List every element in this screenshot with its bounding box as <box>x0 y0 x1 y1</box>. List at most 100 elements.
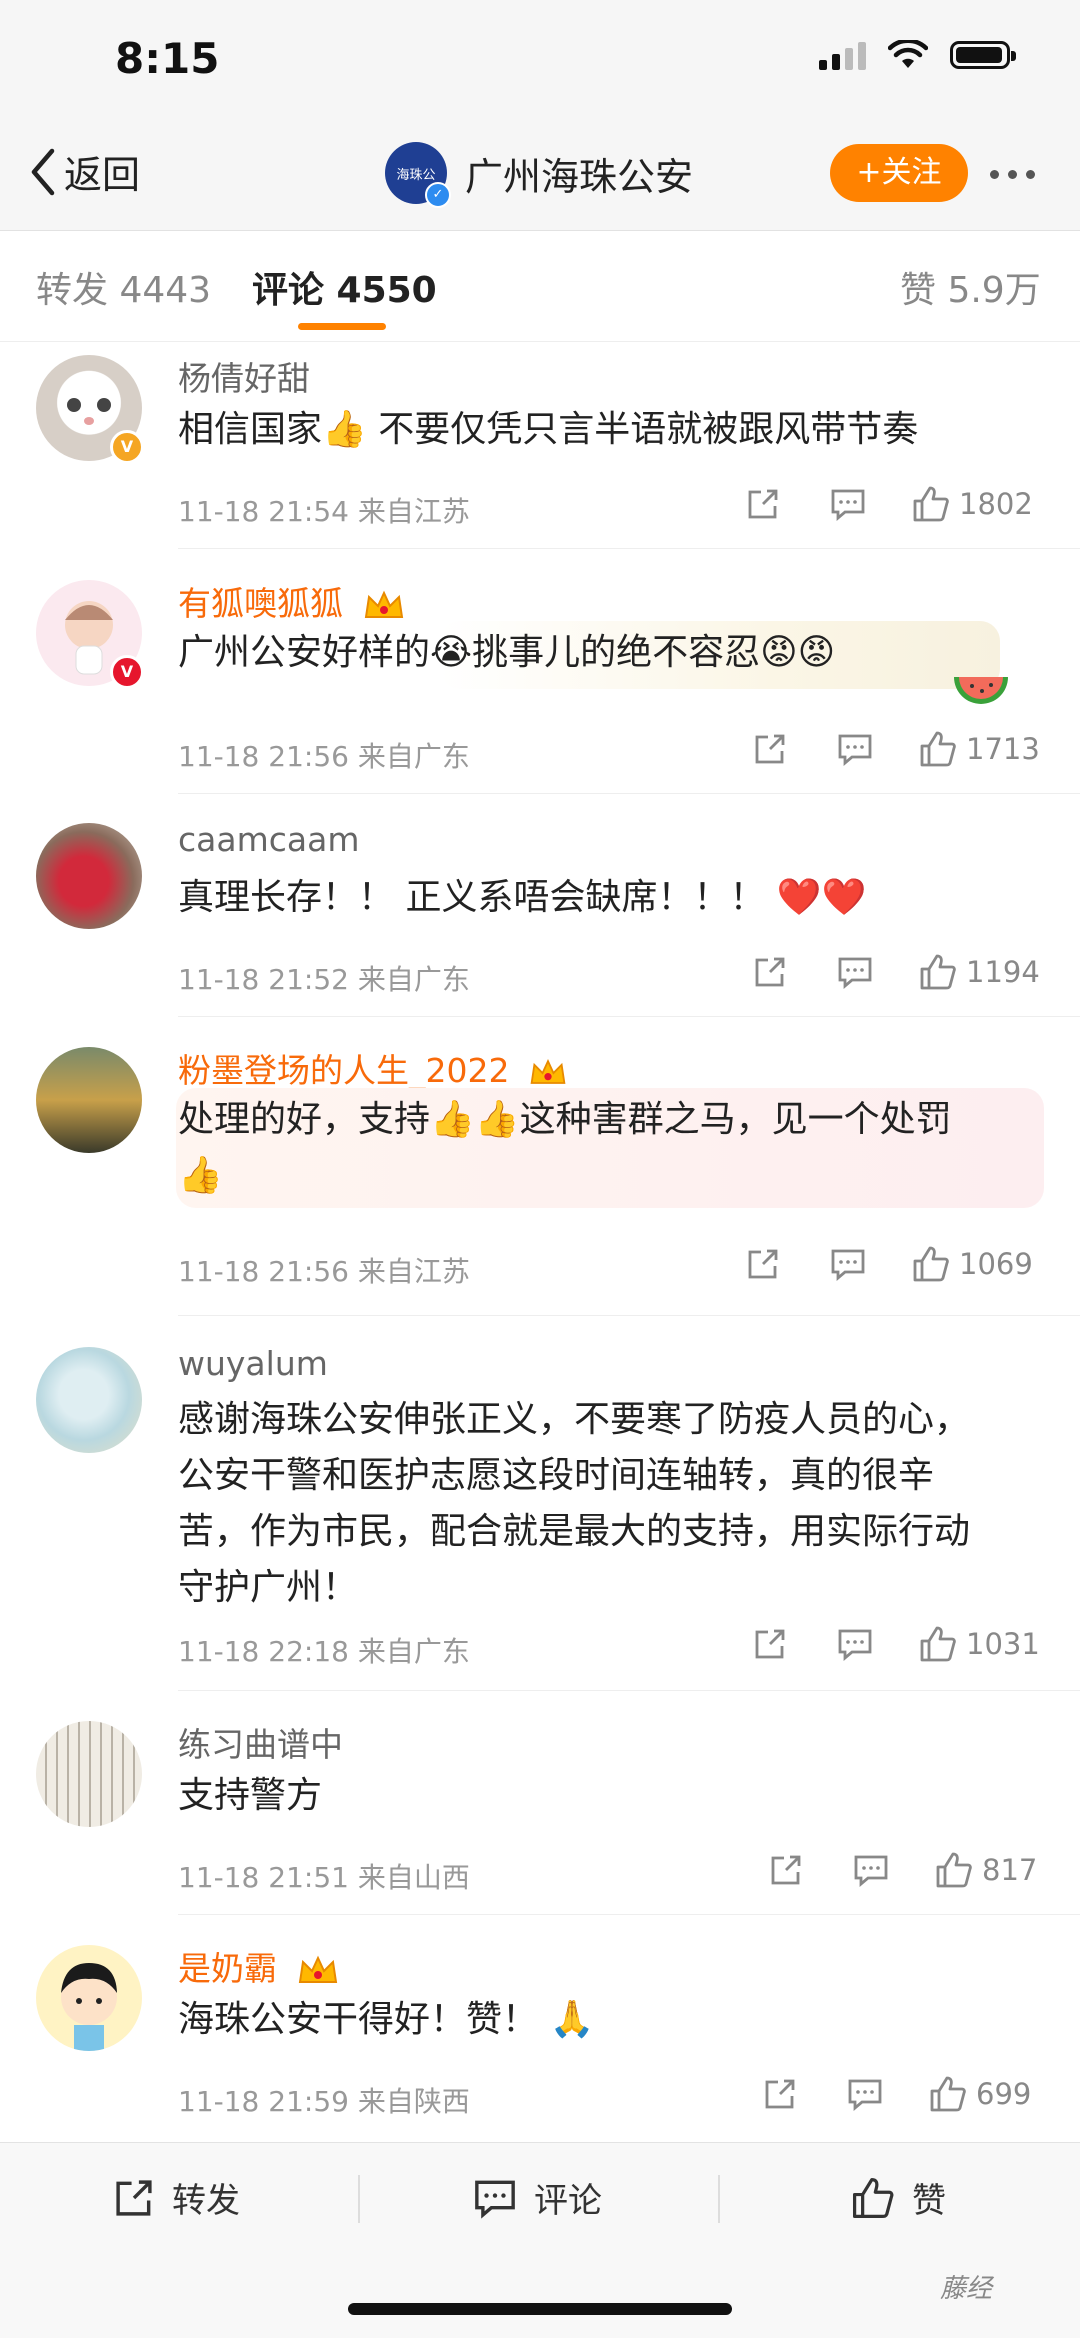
reply-icon[interactable] <box>836 731 874 767</box>
tab-comment[interactable]: 评论 4550 <box>252 261 437 313</box>
tab-like[interactable]: 赞 5.9万 <box>900 261 1041 313</box>
comment-item: 是奶霸 海珠公安干得好！赞！ 🙏 11-18 21:59 来自陕西 699 <box>0 1930 1080 2130</box>
verified-badge-icon: V <box>110 655 144 689</box>
like-icon <box>852 2177 894 2218</box>
avatar[interactable] <box>36 823 142 929</box>
like-icon[interactable] <box>934 1851 974 1889</box>
like-icon[interactable] <box>918 730 958 768</box>
comment-meta: 11-18 21:52 来自广东 <box>178 958 470 998</box>
vip-crown-icon <box>530 1058 566 1084</box>
tab-repost[interactable]: 转发 4443 <box>36 261 211 313</box>
reply-icon[interactable] <box>846 2076 884 2112</box>
toolbar-separator <box>358 2175 360 2223</box>
comment-actions: 1713 <box>752 730 1040 768</box>
comment-text-line: 公安干警和医护志愿这段时间连轴转，真的很辛 <box>178 1455 935 1496</box>
comment-actions: 817 <box>768 1851 1037 1889</box>
avatar[interactable] <box>36 1721 142 1827</box>
share-icon[interactable] <box>745 486 781 522</box>
share-icon[interactable] <box>752 1626 788 1662</box>
comment-source: 来自江苏 <box>357 495 470 528</box>
avatar[interactable] <box>36 1945 142 2051</box>
share-icon <box>116 2179 152 2216</box>
comment-item: wuyalum 感谢海珠公安伸张正义，不要寒了防疫人员的心， 公安干警和医护志愿… <box>0 1332 1080 1692</box>
toolbar-repost-button[interactable]: 转发 <box>112 2173 240 2222</box>
watermelon-decoration-icon <box>950 651 1012 713</box>
watermark-text: 藤经 <box>940 2274 993 2304</box>
comment-meta: 11-18 21:59 来自陕西 <box>178 2080 470 2120</box>
verified-badge-icon: V <box>110 430 144 464</box>
battery-icon <box>950 41 1016 69</box>
comment-username[interactable]: 杨倩好甜 <box>178 352 310 400</box>
reply-icon[interactable] <box>836 1626 874 1662</box>
like-icon[interactable] <box>918 953 958 991</box>
comment-source: 来自广东 <box>357 1635 470 1668</box>
verified-badge-icon: ✓ <box>425 182 451 208</box>
tab-bar: 转发 4443 评论 4550 赞 5.9万 <box>0 231 1080 342</box>
comment-meta: 11-18 21:56 来自广东 <box>178 735 470 775</box>
like-count: 1713 <box>966 732 1040 766</box>
comment-text: 广州公安好样的😭挑事儿的绝不容忍😡😡 <box>178 632 836 673</box>
comment-username[interactable]: wuyalum <box>178 1344 328 1383</box>
comment-time: 11-18 21:52 <box>178 963 349 996</box>
like-count: 817 <box>982 1853 1038 1887</box>
comment-meta: 11-18 21:56 来自江苏 <box>178 1250 470 1290</box>
comment-username[interactable]: caamcaam <box>178 820 359 859</box>
comment-username[interactable]: 是奶霸 <box>178 1942 340 1990</box>
share-icon[interactable] <box>762 2076 798 2112</box>
comment-username[interactable]: 粉墨登场的人生_2022 <box>178 1044 568 1092</box>
like-icon[interactable] <box>928 2075 968 2113</box>
comment-source: 来自山西 <box>357 1861 470 1894</box>
like-icon[interactable] <box>911 1245 951 1283</box>
more-options-icon[interactable] <box>990 170 1035 179</box>
comment-time: 11-18 21:56 <box>178 740 349 773</box>
comment-actions: 1194 <box>752 953 1040 991</box>
toolbar-like-label: 赞 <box>912 2181 946 2221</box>
username-text: 有狐噢狐狐 <box>178 584 343 623</box>
share-icon[interactable] <box>752 954 788 990</box>
like-icon[interactable] <box>918 1625 958 1663</box>
account-header[interactable]: 海珠公 ✓ 广州海珠公安 <box>385 142 694 208</box>
comment-actions: 1802 <box>745 485 1033 523</box>
toolbar-like-button[interactable]: 赞 <box>850 2173 946 2222</box>
like-count: 1194 <box>966 955 1040 989</box>
like-count: 1031 <box>966 1627 1040 1661</box>
comment-text-line: 苦，作为市民，配合就是最大的支持，用实际行动 <box>178 1511 971 1552</box>
comment-text: 真理长存！！ 正义系唔会缺席！！！ ❤️❤️ <box>178 877 867 918</box>
comment-source: 来自陕西 <box>357 2085 470 2118</box>
chevron-left-icon <box>31 148 55 195</box>
like-icon[interactable] <box>911 485 951 523</box>
comment-meta: 11-18 21:51 来自山西 <box>178 1856 470 1896</box>
account-name: 广州海珠公安 <box>465 154 694 199</box>
share-icon[interactable] <box>752 731 788 767</box>
comment-meta: 11-18 21:54 来自江苏 <box>178 490 470 530</box>
comment-time: 11-18 21:54 <box>178 495 349 528</box>
status-time: 8:15 <box>115 34 220 83</box>
reply-icon[interactable] <box>829 486 867 522</box>
reply-icon[interactable] <box>829 1246 867 1282</box>
reply-icon[interactable] <box>852 1852 890 1888</box>
comment-text: 相信国家👍 不要仅凭只言半语就被跟风带节奏 <box>178 409 919 450</box>
comment-text: 支持警方 <box>178 1775 323 1816</box>
share-icon[interactable] <box>768 1852 804 1888</box>
divider <box>178 1315 1080 1316</box>
comment-actions: 1031 <box>752 1625 1040 1663</box>
avatar[interactable] <box>36 1047 142 1153</box>
comment-username[interactable]: 有狐噢狐狐 <box>178 577 406 625</box>
comment-username[interactable]: 练习曲谱中 <box>178 1718 343 1766</box>
reply-icon[interactable] <box>836 954 874 990</box>
follow-button[interactable]: +关注 <box>830 144 968 202</box>
status-icons <box>819 40 1016 70</box>
divider <box>178 548 1080 549</box>
divider <box>178 1016 1080 1017</box>
back-button[interactable]: 返回 <box>28 144 140 199</box>
avatar[interactable] <box>36 1347 142 1453</box>
comment-text-line: 👍 <box>178 1155 223 1196</box>
divider <box>178 793 1080 794</box>
comment-item: 练习曲谱中 支持警方 11-18 21:51 来自山西 817 <box>0 1706 1080 1916</box>
account-avatar[interactable]: 海珠公 ✓ <box>385 142 451 208</box>
comment-actions: 699 <box>762 2075 1031 2113</box>
toolbar-comment-button[interactable]: 评论 <box>472 2173 602 2222</box>
comment-time: 11-18 21:59 <box>178 2085 349 2118</box>
home-indicator[interactable] <box>348 2303 732 2315</box>
share-icon[interactable] <box>745 1246 781 1282</box>
